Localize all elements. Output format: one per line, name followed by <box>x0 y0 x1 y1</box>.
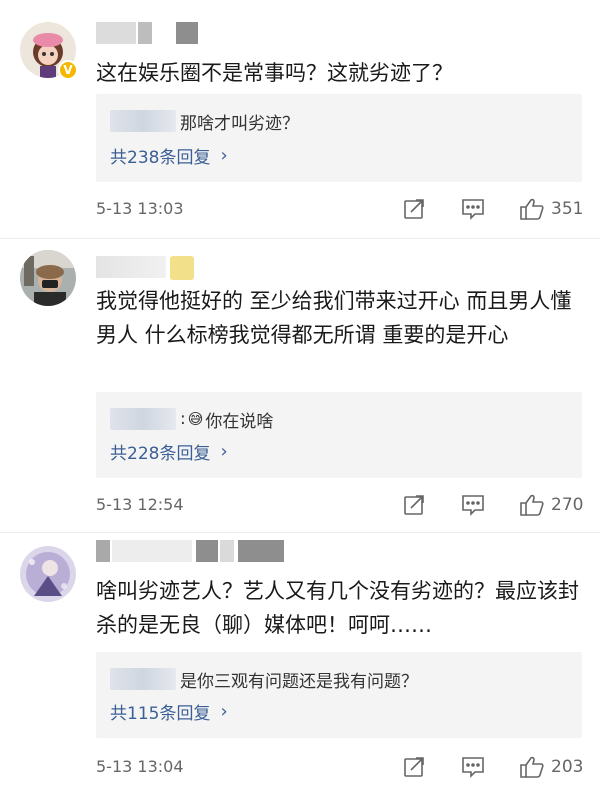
reply-line: 那啥才叫劣迹？ <box>110 106 299 136</box>
reply-count-link[interactable]: 共228条回复 › <box>110 438 228 464</box>
comment-text: 我觉得他挺好的 至少给我们带来过开心 而且男人懂男人 什么标榜我觉得都无所谓 重… <box>96 289 572 347</box>
divider <box>0 238 600 239</box>
comment-meta: 5-13 13:04 203 <box>96 754 586 780</box>
reply-text: 是你三观有问题还是我有问题？ <box>180 671 418 692</box>
reply-count-label: 共238条回复 <box>110 147 211 168</box>
reply-username-blurred <box>110 110 176 132</box>
reply-count-link[interactable]: 共238条回复 › <box>110 142 228 168</box>
comment-button[interactable] <box>460 754 486 780</box>
like-button[interactable]: 203 <box>519 754 583 780</box>
comment-text: 啥叫劣迹艺人？艺人又有几个没有劣迹的？最应该封杀的是无良（聊）媒体吧！呵呵…… <box>96 579 579 637</box>
reply-text: 你在说啥 <box>205 411 274 432</box>
reply-preview[interactable]: 那啥才叫劣迹？ 共238条回复 › <box>96 94 582 182</box>
reply-line: : 😅 你在说啥 <box>110 404 273 434</box>
like-button[interactable]: 270 <box>519 492 583 518</box>
like-count: 203 <box>551 757 584 777</box>
reply-line: 是你三观有问题还是我有问题？ <box>110 664 418 694</box>
reply-colon: : <box>180 409 186 429</box>
username-blurred[interactable] <box>96 22 206 44</box>
share-icon <box>404 495 424 515</box>
comment-button[interactable] <box>460 196 486 222</box>
comment-icon <box>462 199 484 220</box>
reply-count-label: 共115条回复 <box>110 703 211 724</box>
username-blurred[interactable] <box>96 256 196 280</box>
comment-icon <box>462 495 484 516</box>
avatar[interactable] <box>20 546 76 602</box>
timestamp: 5-13 13:04 <box>96 757 184 776</box>
comment-meta: 5-13 12:54 270 <box>96 492 586 518</box>
reply-count-label: 共228条回复 <box>110 443 211 464</box>
thumbs-up-icon <box>520 756 544 778</box>
comment-icon <box>462 757 484 778</box>
share-icon <box>404 199 424 219</box>
sweat-smile-icon: 😅 <box>187 410 204 428</box>
reply-count-link[interactable]: 共115条回复 › <box>110 698 228 724</box>
chevron-right-icon: › <box>220 440 228 462</box>
share-button[interactable] <box>402 492 426 518</box>
share-icon <box>404 757 424 777</box>
chevron-right-icon: › <box>220 700 228 722</box>
reply-text: 那啥才叫劣迹？ <box>180 113 299 134</box>
like-count: 351 <box>551 199 584 219</box>
share-button[interactable] <box>402 196 426 222</box>
comment-meta: 5-13 13:03 351 <box>96 196 586 222</box>
like-button[interactable]: 351 <box>519 196 583 222</box>
reply-username-blurred <box>110 668 176 690</box>
share-button[interactable] <box>402 754 426 780</box>
reply-preview[interactable]: : 😅 你在说啥 共228条回复 › <box>96 392 582 478</box>
chevron-right-icon: › <box>220 144 228 166</box>
reply-username-blurred <box>110 408 176 430</box>
timestamp: 5-13 13:03 <box>96 199 184 218</box>
divider <box>0 532 600 533</box>
timestamp: 5-13 12:54 <box>96 495 184 514</box>
verified-badge-icon: V <box>58 60 78 80</box>
comment-button[interactable] <box>460 492 486 518</box>
reply-preview[interactable]: 是你三观有问题还是我有问题？ 共115条回复 › <box>96 652 582 738</box>
thumbs-up-icon <box>520 494 544 516</box>
username-blurred[interactable] <box>96 540 286 562</box>
like-count: 270 <box>551 495 584 515</box>
comment-text: 这在娱乐圈不是常事吗？这就劣迹了？ <box>96 61 453 85</box>
avatar[interactable] <box>20 250 76 306</box>
thumbs-up-icon <box>520 198 544 220</box>
